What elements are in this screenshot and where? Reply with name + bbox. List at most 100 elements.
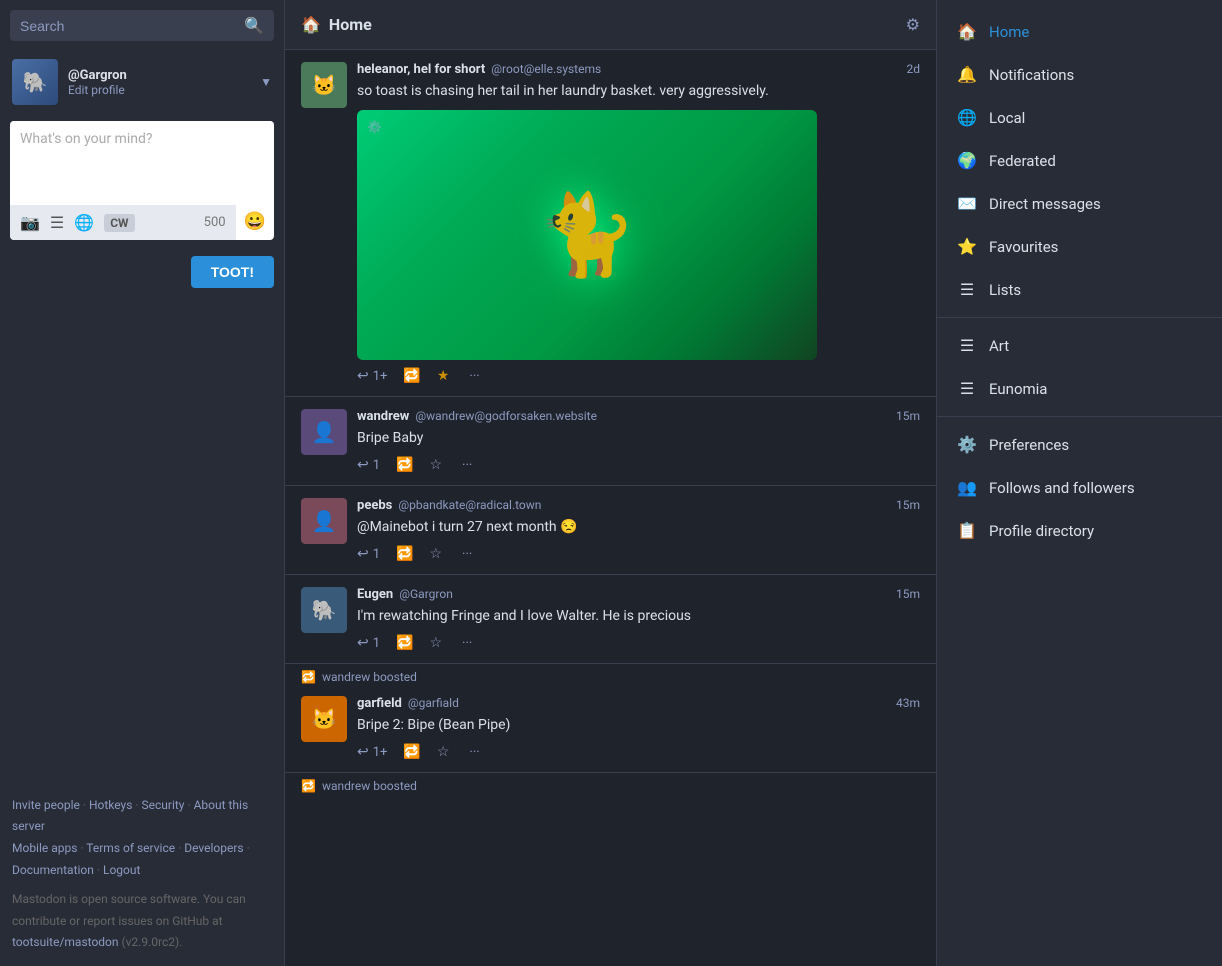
post-author-name: garfield — [357, 696, 402, 711]
nav-local-label: Local — [989, 109, 1025, 127]
right-sidebar: 🏠 Home 🔔 Notifications 🌐 Local 🌍 Federat… — [937, 0, 1222, 966]
star-icon: ☆ — [429, 546, 442, 562]
table-row: 👤 peebs @pbandkate@radical.town 15m @Mai… — [285, 486, 936, 575]
sidebar-item-follows[interactable]: 👥 Follows and followers — [937, 466, 1222, 509]
favourite-button[interactable]: ☆ — [429, 546, 442, 562]
reply-icon: ↩ — [357, 457, 369, 473]
reply-icon: ↩ — [357, 635, 369, 651]
profile-dropdown-arrow[interactable]: ▼ — [260, 75, 272, 89]
more-button[interactable]: ··· — [462, 547, 472, 562]
profile-section: 🐘 @Gargron Edit profile ▼ — [0, 51, 284, 113]
globe-icon[interactable]: 🌐 — [74, 213, 94, 232]
post-text: Bripe Baby — [357, 428, 920, 449]
sidebar-item-eunomia[interactable]: ☰ Eunomia — [937, 367, 1222, 410]
sidebar-item-preferences[interactable]: ⚙️ Preferences — [937, 423, 1222, 466]
post-text: @Mainebot i turn 27 next month 😒 — [357, 517, 920, 538]
documentation-link[interactable]: Documentation — [12, 863, 94, 877]
logout-link[interactable]: Logout — [103, 863, 140, 877]
favourite-button[interactable]: ☆ — [429, 635, 442, 651]
avatar: 🐱 — [301, 696, 347, 742]
gear-icon: ⚙️ — [957, 435, 977, 454]
sidebar-item-home[interactable]: 🏠 Home — [937, 10, 1222, 53]
emoji-picker-button[interactable]: 😀 — [244, 211, 266, 232]
boost-icon: 🔁 — [396, 546, 413, 562]
reply-button[interactable]: ↩ 1+ — [357, 368, 387, 384]
post-time: 15m — [896, 409, 920, 423]
sidebar-item-lists[interactable]: ☰ Lists — [937, 268, 1222, 311]
boost-button[interactable]: 🔁 — [396, 457, 413, 473]
github-link[interactable]: tootsuite/mastodon — [12, 935, 119, 949]
edit-profile-link[interactable]: Edit profile — [68, 83, 250, 97]
more-button[interactable]: ··· — [462, 458, 472, 473]
boost-icon: 🔁 — [396, 457, 413, 473]
post-content: peebs @pbandkate@radical.town 15m @Maine… — [357, 498, 920, 562]
profile-handle: @Gargron — [68, 68, 250, 83]
sidebar-footer: Invite people · Hotkeys · Security · Abo… — [0, 783, 284, 966]
invite-people-link[interactable]: Invite people — [12, 798, 80, 812]
post-author-handle: @wandrew@godforsaken.website — [415, 409, 597, 423]
sidebar-item-direct[interactable]: ✉️ Direct messages — [937, 182, 1222, 225]
table-row: 👤 wandrew @wandrew@godforsaken.website 1… — [285, 397, 936, 486]
feed-settings-icon[interactable]: ⚙ — [906, 15, 920, 34]
nav-divider-2 — [937, 416, 1222, 417]
boost-button[interactable]: 🔁 — [396, 635, 413, 651]
directory-icon: 📋 — [957, 521, 977, 540]
terms-link[interactable]: Terms of service — [86, 841, 175, 855]
mobile-apps-link[interactable]: Mobile apps — [12, 841, 77, 855]
sidebar-item-notifications[interactable]: 🔔 Notifications — [937, 53, 1222, 96]
boost-button[interactable]: 🔁 — [403, 368, 420, 384]
search-icon[interactable]: 🔍 — [244, 16, 264, 35]
footer-description: Mastodon is open source software. You ca… — [12, 889, 272, 954]
post-content: Eugen @Gargron 15m I'm rewatching Fringe… — [357, 587, 920, 651]
post-author-handle: @Gargron — [399, 587, 453, 601]
reply-button[interactable]: ↩ 1 — [357, 635, 380, 651]
attach-image-icon[interactable]: 📷 — [20, 213, 40, 232]
hotkeys-link[interactable]: Hotkeys — [89, 798, 132, 812]
more-button[interactable]: ··· — [469, 369, 479, 384]
avatar: 🐱 — [301, 62, 347, 108]
formatting-icon[interactable]: ☰ — [50, 213, 64, 232]
security-link[interactable]: Security — [142, 798, 185, 812]
reply-button[interactable]: ↩ 1 — [357, 457, 380, 473]
reply-button[interactable]: ↩ 1 — [357, 546, 380, 562]
boost-text: wandrew boosted — [322, 779, 417, 793]
favourite-button[interactable]: ☆ — [437, 744, 450, 760]
boost-button[interactable]: 🔁 — [396, 546, 413, 562]
star-icon: ⭐ — [957, 237, 977, 256]
sidebar-item-local[interactable]: 🌐 Local — [937, 96, 1222, 139]
sidebar-item-federated[interactable]: 🌍 Federated — [937, 139, 1222, 182]
post-author-handle: @pbandkate@radical.town — [398, 498, 541, 512]
more-button[interactable]: ··· — [462, 636, 472, 651]
boost-indicator: 🔁 wandrew boosted — [285, 664, 936, 684]
home-icon: 🏠 — [957, 22, 977, 41]
char-count: 500 — [204, 215, 226, 230]
search-input[interactable] — [20, 18, 244, 34]
reply-count: 1 — [373, 458, 380, 473]
reply-icon: ↩ — [357, 744, 369, 760]
boost-icon: 🔁 — [403, 744, 420, 760]
post-text: Bripe 2: Bipe (Bean Pipe) — [357, 715, 920, 736]
avatar: 🐘 — [12, 59, 58, 105]
nav-divider — [937, 317, 1222, 318]
avatar: 👤 — [301, 409, 347, 455]
favourite-button[interactable]: ★ — [437, 368, 450, 384]
main-feed: 🏠 Home ⚙ 🐱 heleanor, hel for short @root… — [285, 0, 937, 966]
boost-button[interactable]: 🔁 — [403, 744, 420, 760]
reply-count: 1 — [373, 636, 380, 651]
compose-textarea[interactable] — [10, 121, 274, 201]
eunomia-icon: ☰ — [957, 379, 977, 398]
nav-notifications-label: Notifications — [989, 66, 1074, 84]
post-author-name: Eugen — [357, 587, 393, 602]
reply-button[interactable]: ↩ 1+ — [357, 744, 387, 760]
sidebar-item-directory[interactable]: 📋 Profile directory — [937, 509, 1222, 552]
content-warning-button[interactable]: CW — [104, 214, 134, 232]
more-button[interactable]: ··· — [469, 745, 479, 760]
table-row: 🐱 heleanor, hel for short @root@elle.sys… — [285, 50, 936, 397]
favourite-button[interactable]: ☆ — [429, 457, 442, 473]
toot-button[interactable]: TOOT! — [191, 256, 274, 288]
avatar: 👤 — [301, 498, 347, 544]
sidebar-item-art[interactable]: ☰ Art — [937, 324, 1222, 367]
star-icon: ★ — [437, 368, 450, 384]
developers-link[interactable]: Developers — [184, 841, 243, 855]
sidebar-item-favourites[interactable]: ⭐ Favourites — [937, 225, 1222, 268]
